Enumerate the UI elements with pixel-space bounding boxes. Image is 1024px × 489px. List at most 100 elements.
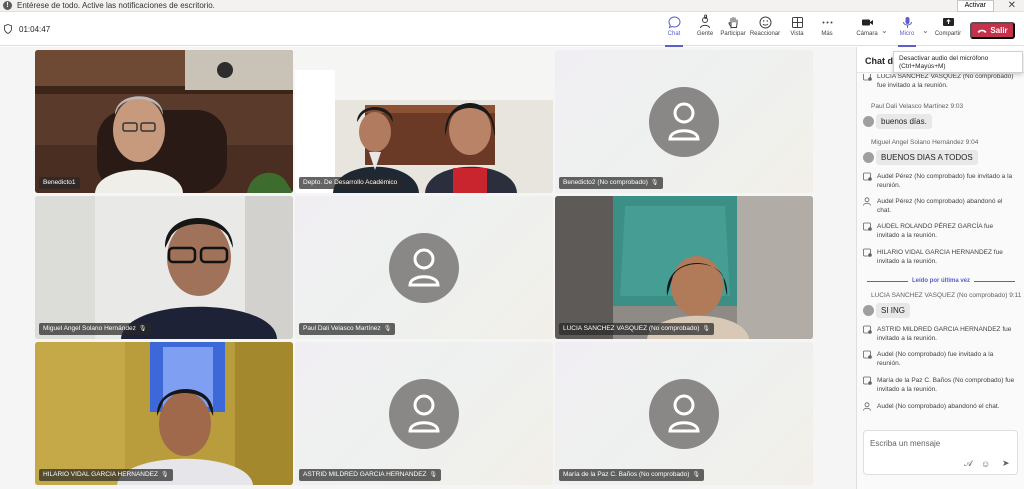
calendar-add-icon bbox=[863, 376, 872, 385]
avatar bbox=[863, 116, 874, 127]
chat-button[interactable]: Chat bbox=[664, 16, 684, 47]
participant-name-tag: ASTRID MILDRED GARCIA HERNANDEZ 🎙 bbox=[299, 469, 442, 481]
leave-button[interactable]: Salir bbox=[970, 22, 1015, 39]
participant-name: María de la Paz C. Baños (No comprobado) bbox=[563, 471, 690, 478]
chat-icon bbox=[667, 16, 681, 29]
send-icon[interactable]: ➤ bbox=[1002, 458, 1010, 469]
activate-notifications-button[interactable]: Activar bbox=[956, 0, 994, 12]
more-button-label: Más bbox=[821, 31, 833, 37]
meeting-timer: 01:04:47 bbox=[19, 25, 51, 34]
close-icon[interactable]: ✕ bbox=[1008, 0, 1016, 11]
participant-video bbox=[35, 196, 293, 339]
video-tile[interactable]: ASTRID MILDRED GARCIA HERNANDEZ 🎙 bbox=[295, 342, 553, 485]
person-leave-icon bbox=[863, 402, 871, 411]
mic-off-icon: 🎙 bbox=[429, 472, 438, 478]
video-tile[interactable]: María de la Paz C. Baños (No comprobado)… bbox=[555, 342, 813, 485]
more-button[interactable]: Más bbox=[817, 16, 837, 44]
more-dots-icon bbox=[822, 21, 832, 24]
participant-name: HILARIO VIDAL GARCIA HERNANDEZ bbox=[43, 471, 158, 478]
mic-options-chevron-icon[interactable]: ⌄ bbox=[922, 26, 929, 35]
system-message-text: Audel (No comprobado) fue invitado a la … bbox=[877, 351, 994, 367]
video-tile[interactable]: Benedicto2 (No comprobado) 🎙 bbox=[555, 50, 813, 193]
tooltip-line-1: Desactivar audio del micrófono bbox=[899, 55, 989, 62]
participant-name-tag: LUCIA SANCHEZ VASQUEZ (No comprobado) 🎙 bbox=[559, 323, 715, 335]
mic-off-icon: 🎙 bbox=[650, 180, 659, 186]
chat-messages[interactable]: LUCIA SANCHEZ VASQUEZ (No comprobado) fu… bbox=[857, 74, 1024, 424]
mic-button[interactable]: Micro bbox=[897, 16, 917, 47]
participate-button-label: Participar bbox=[720, 31, 746, 37]
participant-name: Benedicto1 bbox=[43, 179, 76, 186]
system-message-text: Audel Pérez (No comprobado) abandonó el … bbox=[877, 198, 1003, 214]
react-button[interactable]: Reaccionar bbox=[750, 16, 780, 44]
system-message: ASTRID MILDRED GARCIA HERNANDEZ fue invi… bbox=[863, 325, 1017, 343]
chat-button-label: Chat bbox=[667, 31, 681, 37]
avatar bbox=[389, 232, 459, 303]
participant-video bbox=[35, 50, 293, 193]
camera-button-label: Cámara bbox=[856, 31, 878, 37]
camera-button[interactable]: Cámara bbox=[855, 16, 879, 44]
participant-video bbox=[295, 50, 553, 193]
video-tile[interactable]: HILARIO VIDAL GARCIA HERNANDEZ 🎙 bbox=[35, 342, 293, 485]
meeting-toolbar: 01:04:47 Chat 9 Gente Participar Reaccio… bbox=[0, 12, 1024, 47]
video-tile[interactable]: Benedicto1 bbox=[35, 50, 293, 193]
participant-video bbox=[555, 196, 813, 339]
system-message-text: María de la Paz C. Baños (No comprobado)… bbox=[877, 377, 1015, 393]
mic-off-icon: 🎙 bbox=[138, 326, 147, 332]
chat-message: SI ING bbox=[863, 303, 911, 318]
system-message-text: HILARIO VIDAL GARCIA HERNANDEZ fue invit… bbox=[877, 249, 1003, 265]
hang-up-icon bbox=[977, 29, 987, 33]
leave-button-label: Salir bbox=[990, 26, 1008, 35]
format-icon[interactable]: 𝒜 bbox=[964, 458, 973, 469]
message-meta: LUCIA SANCHEZ VASQUEZ (No comprobado) 9:… bbox=[871, 292, 1022, 299]
video-tile[interactable]: LUCIA SANCHEZ VASQUEZ (No comprobado) 🎙 bbox=[555, 196, 813, 339]
message-bubble: BUENOS DIAS A TODOS bbox=[876, 150, 978, 165]
mic-off-icon: 🎙 bbox=[702, 326, 711, 332]
person-icon bbox=[668, 394, 700, 432]
system-message-text: ASTRID MILDRED GARCIA HERNANDEZ fue invi… bbox=[877, 326, 1012, 342]
share-button[interactable]: Compartir bbox=[934, 16, 962, 44]
video-tile[interactable]: Miguel Angel Solano Hernández 🎙 bbox=[35, 196, 293, 339]
share-button-label: Compartir bbox=[934, 31, 962, 37]
participant-name: Paul Dali Velasco Martínez bbox=[303, 325, 381, 332]
participant-name: ASTRID MILDRED GARCIA HERNANDEZ bbox=[303, 471, 427, 478]
participate-button[interactable]: Participar bbox=[720, 16, 746, 44]
participant-name-tag: Miguel Angel Solano Hernández 🎙 bbox=[39, 323, 151, 335]
video-tile[interactable]: Depto. De Desarrollo Académico bbox=[295, 50, 553, 193]
chat-message: buenos días. bbox=[863, 114, 932, 129]
system-message-text: LUCIA SANCHEZ VASQUEZ (No comprobado) fu… bbox=[877, 74, 1014, 89]
system-message: Audel (No comprobado) fue invitado a la … bbox=[863, 350, 1017, 368]
shield-icon bbox=[4, 24, 12, 34]
participant-name: LUCIA SANCHEZ VASQUEZ (No comprobado) bbox=[563, 325, 700, 332]
emoji-icon[interactable]: ☺ bbox=[981, 459, 990, 469]
mic-off-icon: 🎙 bbox=[692, 472, 701, 478]
video-tile[interactable]: Paul Dali Velasco Martínez 🎙 bbox=[295, 196, 553, 339]
last-read-label: Leído por última vez bbox=[912, 278, 971, 284]
avatar bbox=[649, 86, 719, 157]
grid-view-icon bbox=[791, 17, 803, 28]
compose-placeholder[interactable]: Escriba un mensaje bbox=[870, 439, 940, 448]
participant-name-tag: HILARIO VIDAL GARCIA HERNANDEZ 🎙 bbox=[39, 469, 173, 481]
camera-options-chevron-icon[interactable]: ⌄ bbox=[881, 26, 888, 35]
participant-name-tag: Benedicto1 bbox=[39, 177, 80, 189]
avatar bbox=[863, 152, 874, 163]
person-leave-icon bbox=[863, 197, 871, 206]
participant-name: Depto. De Desarrollo Académico bbox=[303, 179, 398, 186]
participant-name-tag: Paul Dali Velasco Martínez 🎙 bbox=[299, 323, 396, 335]
view-button[interactable]: Vista bbox=[787, 16, 807, 44]
people-button-label: Gente bbox=[696, 31, 714, 37]
calendar-add-icon bbox=[863, 248, 872, 257]
people-button[interactable]: 9 Gente bbox=[694, 15, 716, 44]
message-compose-box[interactable]: Escriba un mensaje 𝒜 ☺ ➤ bbox=[863, 430, 1018, 475]
person-icon bbox=[668, 102, 700, 140]
mic-off-icon: 🎙 bbox=[383, 326, 392, 332]
camera-icon bbox=[861, 19, 873, 26]
system-message-text: Audel (No comprobado) abandonó el chat. bbox=[877, 403, 1000, 410]
message-meta: Paul Dali Velasco Martínez 9:03 bbox=[871, 103, 964, 110]
notification-text: Entérese de todo. Active las notificacio… bbox=[17, 1, 215, 10]
system-message: AUDEL ROLANDO PÉREZ GARCÍA fue invitado … bbox=[863, 222, 1017, 240]
avatar bbox=[649, 378, 719, 449]
chat-message: BUENOS DIAS A TODOS bbox=[863, 150, 978, 165]
system-message-text: AUDEL ROLANDO PÉREZ GARCÍA fue invitado … bbox=[877, 223, 994, 239]
system-message: María de la Paz C. Baños (No comprobado)… bbox=[863, 376, 1017, 394]
chat-panel: Chat de LUCIA SANCHEZ VASQUEZ (No compro… bbox=[856, 47, 1024, 489]
